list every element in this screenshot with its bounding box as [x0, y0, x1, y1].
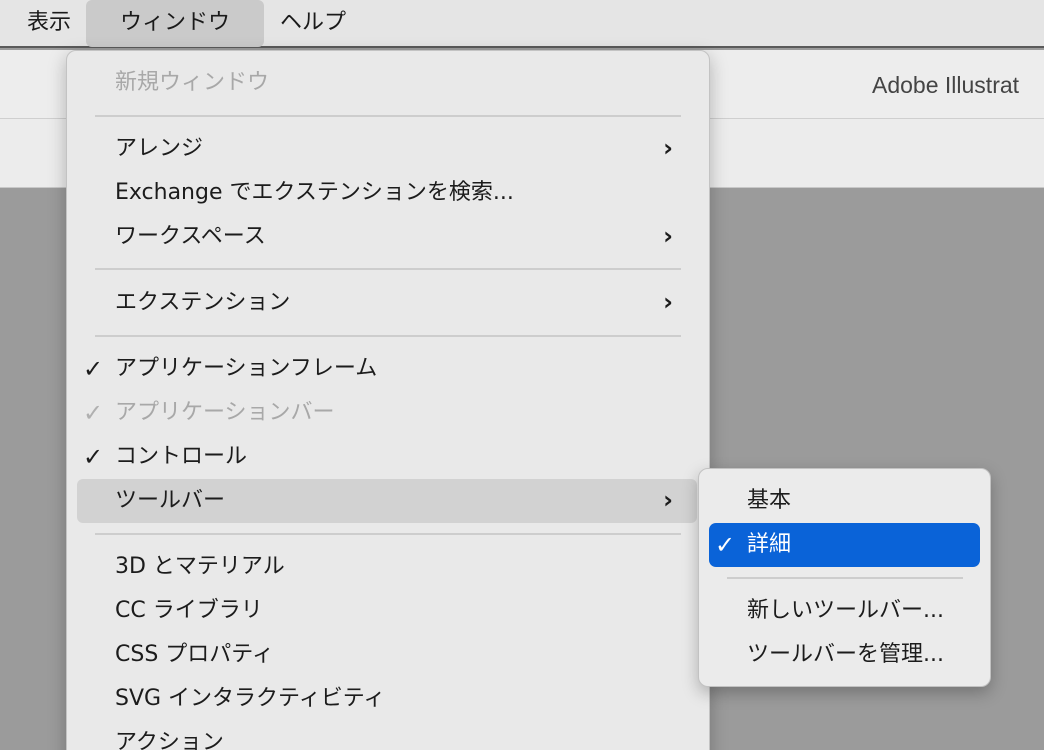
chevron-right-icon: ›: [663, 288, 673, 316]
chevron-right-icon: ›: [663, 486, 673, 514]
menu-item-actions[interactable]: アクション: [77, 721, 697, 750]
menu-item-application-bar: ✓ アプリケーションバー: [77, 391, 697, 435]
menu-item-cc-libraries[interactable]: CC ライブラリ: [77, 589, 697, 633]
menu-item-label: CC ライブラリ: [115, 598, 263, 623]
submenu-item-advanced[interactable]: ✓ 詳細: [709, 523, 980, 567]
window-menu: 新規ウィンドウ アレンジ › Exchange でエクステンションを検索... …: [66, 50, 710, 750]
menubar-view[interactable]: 表示: [14, 0, 84, 47]
menubar-window[interactable]: ウィンドウ: [86, 0, 264, 47]
menu-item-svg-interactivity[interactable]: SVG インタラクティビティ: [77, 677, 697, 721]
menu-item-new-window: 新規ウィンドウ: [77, 61, 697, 105]
menu-bar: 表示 ウィンドウ ヘルプ: [0, 0, 1044, 48]
menu-item-label: アクション: [115, 730, 224, 750]
menu-item-label: エクステンション: [115, 290, 291, 315]
menu-item-control[interactable]: ✓ コントロール: [77, 435, 697, 479]
submenu-item-manage-toolbars[interactable]: ツールバーを管理...: [709, 633, 980, 677]
submenu-item-label: 新しいツールバー...: [747, 598, 944, 623]
chevron-right-icon: ›: [663, 222, 673, 250]
menu-item-label: CSS プロパティ: [115, 642, 274, 667]
menu-separator: [95, 115, 681, 117]
menu-item-3d-materials[interactable]: 3D とマテリアル: [77, 545, 697, 589]
checkmark-icon: ✓: [83, 355, 104, 383]
menu-item-label: アプリケーションフレーム: [115, 356, 378, 381]
submenu-item-new-toolbar[interactable]: 新しいツールバー...: [709, 589, 980, 633]
app-title: Adobe Illustrat: [872, 72, 1020, 98]
menu-item-css-properties[interactable]: CSS プロパティ: [77, 633, 697, 677]
menu-item-extensions[interactable]: エクステンション ›: [77, 281, 697, 325]
menu-item-toolbar[interactable]: ツールバー ›: [77, 479, 697, 523]
submenu-item-basic[interactable]: 基本: [709, 479, 980, 523]
submenu-item-label: 基本: [747, 488, 792, 513]
checkmark-icon: ✓: [83, 399, 104, 427]
menu-item-workspace[interactable]: ワークスペース ›: [77, 215, 697, 259]
menu-item-find-extensions-exchange[interactable]: Exchange でエクステンションを検索...: [77, 171, 697, 215]
menu-item-label: 新規ウィンドウ: [115, 70, 270, 95]
menu-separator: [95, 533, 681, 535]
menu-item-label: コントロール: [115, 444, 248, 469]
menu-item-label: Exchange でエクステンションを検索...: [115, 180, 514, 205]
menu-separator: [95, 268, 681, 270]
menu-item-label: SVG インタラクティビティ: [115, 686, 386, 711]
toolbar-submenu: 基本 ✓ 詳細 新しいツールバー... ツールバーを管理...: [698, 468, 991, 687]
submenu-item-label: ツールバーを管理...: [747, 642, 944, 667]
menubar-help[interactable]: ヘルプ: [266, 0, 360, 47]
menu-item-label: アプリケーションバー: [115, 400, 335, 425]
menu-item-arrange[interactable]: アレンジ ›: [77, 127, 697, 171]
menu-separator: [95, 335, 681, 337]
chevron-right-icon: ›: [663, 134, 673, 162]
submenu-item-label: 詳細: [747, 532, 792, 557]
menu-item-label: アレンジ: [115, 136, 204, 161]
checkmark-icon: ✓: [83, 443, 104, 471]
menu-item-label: ツールバー: [115, 488, 226, 513]
submenu-separator: [727, 577, 963, 579]
checkmark-icon: ✓: [715, 531, 736, 559]
menu-item-application-frame[interactable]: ✓ アプリケーションフレーム: [77, 347, 697, 391]
menu-item-label: 3D とマテリアル: [115, 554, 285, 579]
screen: 表示 ウィンドウ ヘルプ Adobe Illustrat 新規ウィンドウ アレン…: [0, 0, 1044, 750]
menu-item-label: ワークスペース: [115, 224, 266, 249]
